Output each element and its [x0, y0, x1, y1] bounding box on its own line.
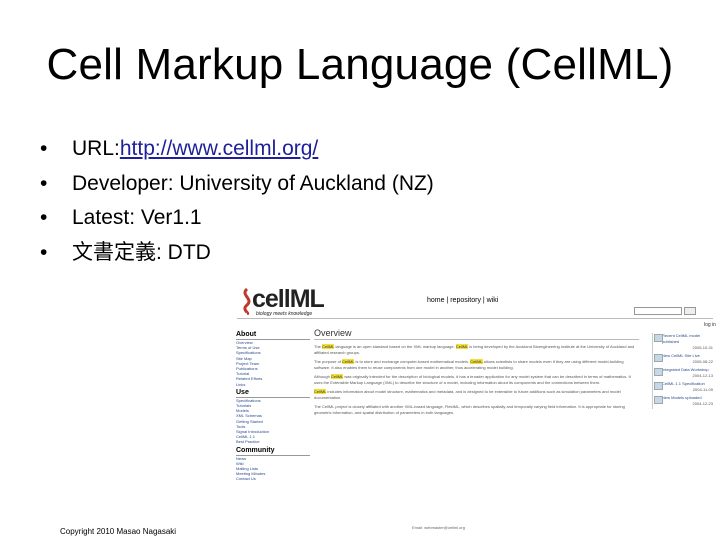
site-footer: Email: webmaster@cellml.org: [412, 525, 465, 530]
logo-tagline: biology meets knowledge: [256, 311, 313, 317]
news-item[interactable]: New Models uploaded 2004-12-23: [653, 395, 713, 407]
news-sidebar: Recent CellML model published 2005-10-31 …: [652, 333, 713, 409]
bullet-latest-text: Latest: Ver1.1: [72, 206, 202, 229]
logo-text: cellML: [252, 285, 325, 313]
copyright-footer: Copyright 2010 Masao Nagasaki: [60, 527, 177, 536]
bullet-dot: •: [40, 171, 48, 195]
top-nav-links[interactable]: home | repository | wiki: [427, 297, 498, 304]
bullet-dot: •: [40, 206, 48, 229]
bullet-url: • URL: http://www.cellml.org/: [40, 132, 434, 167]
bullet-dot: •: [40, 137, 48, 160]
news-thumbnail-icon: [654, 334, 663, 342]
login-link[interactable]: log in: [704, 322, 716, 328]
bullet-developer-text: Developer: University of Auckland (NZ): [72, 171, 434, 195]
overview-paragraph: The purpose of CellML is to store and ex…: [314, 359, 624, 370]
sidebar-item[interactable]: Links: [236, 382, 310, 387]
bullet-developer: • Developer: University of Auckland (NZ): [40, 167, 434, 202]
sidebar-item[interactable]: Contact Us: [236, 476, 310, 481]
cellml-website-screenshot: cellML biology meets knowledge home | re…: [232, 277, 716, 535]
overview-paragraph: The CellML project is closely affiliated…: [314, 404, 625, 415]
bullet-latest: • Latest: Ver1.1: [40, 201, 434, 236]
overview-paragraph: Although CellML was originally intended …: [314, 374, 631, 385]
sidebar-heading-use: Use: [236, 389, 310, 398]
bullet-doc-text: 文書定義: DTD: [72, 240, 211, 264]
slide-title: Cell Markup Language (CellML): [46, 40, 674, 89]
search-input[interactable]: [634, 307, 682, 315]
news-thumbnail-icon: [654, 368, 663, 376]
news-thumbnail-icon: [654, 396, 663, 404]
bullet-url-prefix: URL:: [72, 137, 120, 160]
bullet-list: • URL: http://www.cellml.org/ • Developer:…: [40, 132, 434, 270]
overview-heading: Overview: [314, 327, 639, 340]
search-button[interactable]: [684, 307, 696, 315]
cellml-logo: cellML biology meets knowledge: [238, 281, 325, 323]
site-main-content: Overview The CellML language is an open …: [314, 327, 639, 419]
site-sidebar: About Overview Terms of Use Specificatio…: [236, 329, 310, 482]
bullet-doc-definition: • 文書定義: DTD: [40, 236, 434, 271]
overview-paragraph: The CellML language is an open standard …: [314, 344, 635, 355]
news-item[interactable]: New CellML Site Live 2005-08-22: [653, 353, 713, 365]
sidebar-heading-about: About: [236, 331, 310, 340]
news-item[interactable]: CellML 1.1 Specification 2004-11-09: [653, 381, 713, 393]
bullet-dot: •: [40, 240, 48, 264]
sidebar-heading-community: Community: [236, 447, 310, 456]
news-thumbnail-icon: [654, 382, 663, 390]
cellml-url-link[interactable]: http://www.cellml.org/: [120, 132, 318, 167]
news-thumbnail-icon: [654, 354, 663, 362]
overview-paragraph: CellML includes information about model …: [314, 389, 621, 400]
header-divider: [237, 318, 713, 319]
sidebar-item[interactable]: Best Practice: [236, 439, 310, 444]
news-item[interactable]: Recent CellML model published 2005-10-31: [653, 333, 713, 351]
news-item[interactable]: Integrated Data Workshop 2004-12-13: [653, 367, 713, 379]
